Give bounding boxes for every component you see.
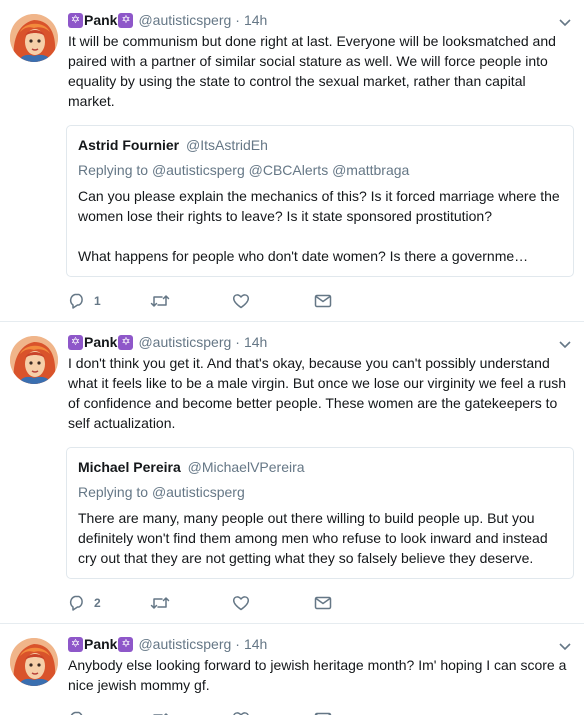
tweet[interactable]: ✡ Pank ✡ @autisticsperg · 14h Anybody el… [0,624,584,715]
chevron-down-icon[interactable] [558,340,572,350]
username[interactable]: @autisticsperg [138,334,231,350]
retweet-icon [150,597,170,609]
star-of-david-icon: ✡ [68,334,83,350]
username[interactable]: @autisticsperg [138,12,231,28]
replying-to: Replying to @autisticsperg @CBCAlerts @m… [78,161,562,179]
tweet-header: ✡ Pank ✡ @autisticsperg · 14h [68,634,572,654]
tweet-text: Anybody else looking forward to jewish h… [68,657,567,693]
quoted-display-name: Astrid Fournier [78,137,180,153]
reply-button[interactable]: 2 [68,595,150,611]
replying-to-label: Replying to [78,484,149,500]
direct-message-button[interactable] [314,294,396,308]
retweet-button[interactable] [150,293,232,309]
heart-icon [233,712,249,715]
tweet-actions: 2 [68,579,572,623]
display-name[interactable]: Pank [84,334,117,350]
retweet-button[interactable] [150,711,232,715]
chevron-down-icon[interactable] [558,18,572,28]
quoted-tweet-text: Can you please explain the mechanics of … [78,186,562,266]
star-of-david-icon: ✡ [118,334,134,350]
quoted-tweet[interactable]: Astrid Fournier @ItsAstridEh Replying to… [66,125,574,277]
quoted-username: @ItsAstridEh [186,137,268,153]
envelope-icon [314,294,332,308]
like-button[interactable] [232,711,314,715]
quoted-paragraph: There are many, many people out there wi… [78,510,548,566]
quoted-tweet[interactable]: Michael Pereira @MichaelVPereira Replyin… [66,447,574,579]
like-button[interactable] [232,293,314,309]
star-of-david-icon: ✡ [68,12,83,28]
tweet-text: I don't think you get it. And that's oka… [68,355,567,431]
reply-count: 2 [94,596,101,610]
chevron-down-icon[interactable] [558,642,572,652]
timestamp[interactable]: 14h [244,636,267,652]
separator-dot: · [235,334,240,350]
reply-count: 1 [94,294,101,308]
tweet[interactable]: ✡ Pank ✡ @autisticsperg · 14h It will be… [0,0,584,322]
reply-icon [70,711,83,715]
quoted-paragraph: Can you please explain the mechanics of … [78,188,560,224]
retweet-icon [150,295,170,307]
quoted-paragraph: What happens for people who don't date w… [78,248,529,264]
envelope-icon [314,596,332,610]
tweet-actions: 1 [68,277,572,321]
tweet-header: ✡ Pank ✡ @autisticsperg · 14h [68,10,572,30]
reply-icon [69,293,83,309]
direct-message-button[interactable] [314,596,396,610]
retweet-button[interactable] [150,595,232,611]
replying-to-mentions: @autisticsperg [151,484,245,500]
timestamp[interactable]: 14h [244,12,267,28]
avatar[interactable] [10,638,58,686]
heart-icon [232,596,250,611]
star-of-david-icon: ✡ [118,636,134,652]
quoted-username: @MichaelVPereira [187,459,305,475]
tweet-actions [68,695,572,715]
reply-button[interactable]: 1 [68,293,150,309]
tweet-header: ✡ Pank ✡ @autisticsperg · 14h [68,332,572,352]
display-name[interactable]: Pank [84,636,117,652]
retweet-icon [153,713,169,715]
star-of-david-icon: ✡ [68,636,83,652]
tweet[interactable]: ✡ Pank ✡ @autisticsperg · 14h I don't th… [0,322,584,624]
like-button[interactable] [232,595,314,611]
username[interactable]: @autisticsperg [138,636,231,652]
star-of-david-icon: ✡ [118,12,134,28]
quoted-display-name: Michael Pereira [78,459,181,475]
separator-dot: · [235,12,240,28]
reply-button[interactable] [68,711,150,715]
display-name[interactable]: Pank [84,12,117,28]
quoted-tweet-text: There are many, many people out there wi… [78,508,562,568]
avatar[interactable] [10,14,58,62]
replying-to: Replying to @autisticsperg [78,483,562,501]
heart-icon [232,294,250,309]
replying-to-mentions: @autisticsperg @CBCAlerts @mattbraga [151,162,410,178]
avatar[interactable] [10,336,58,384]
replying-to-label: Replying to [78,162,149,178]
reply-icon [69,595,83,611]
tweet-text: It will be communism but done right at l… [68,33,556,109]
separator-dot: · [235,636,240,652]
timestamp[interactable]: 14h [244,334,267,350]
